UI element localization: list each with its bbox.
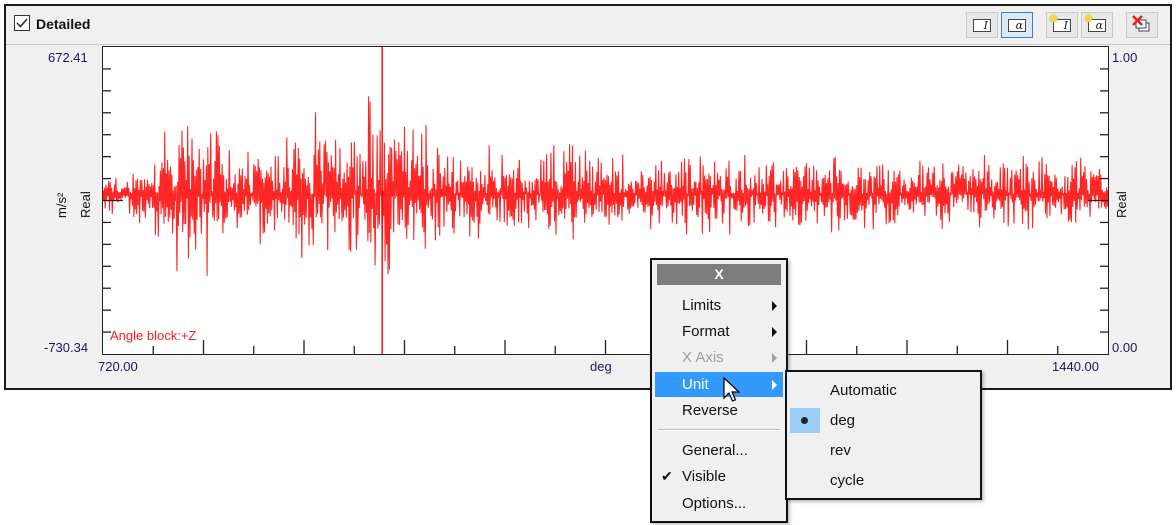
alpha-label-icon: α <box>1008 19 1026 32</box>
menu-item-label: General... <box>682 442 748 459</box>
y-axis-label-right: Real <box>1114 191 1129 218</box>
context-menu-header: X <box>657 264 781 285</box>
unit-option-automatic[interactable]: Automatic <box>790 378 977 403</box>
menu-item-label: Options... <box>682 495 747 512</box>
submenu-arrow-icon <box>772 301 777 311</box>
unit-option-rev[interactable]: rev <box>790 438 977 463</box>
x-max-label: 1440.00 <box>1052 359 1099 374</box>
panel-title: Detailed <box>36 16 91 32</box>
detailed-panel: Detailed I α I α 672.41 -730.34 1.00 0.0… <box>4 4 1172 390</box>
y-max-label: 672.41 <box>48 50 88 65</box>
menu-item-options[interactable]: Options... <box>655 491 783 516</box>
menu-item-label: Limits <box>682 297 722 314</box>
radio-dot-icon <box>801 417 808 424</box>
checkmark-icon: ✔ <box>661 468 673 484</box>
y2-max-label: 1.00 <box>1112 50 1138 65</box>
menu-item-label: deg <box>830 412 856 429</box>
menu-item-label: rev <box>830 442 851 459</box>
menu-item-visible[interactable]: ✔ Visible <box>655 464 783 489</box>
menu-item-general[interactable]: General... <box>655 438 783 463</box>
plot-area[interactable] <box>102 46 1109 355</box>
mouse-cursor-icon <box>723 377 741 402</box>
menu-item-label: Visible <box>682 468 726 485</box>
menu-item-unit[interactable]: Unit <box>655 372 783 397</box>
series-label: Angle block:+Z <box>110 328 197 343</box>
menu-item-label: cycle <box>830 472 865 489</box>
submenu-arrow-icon <box>772 380 777 390</box>
submenu-arrow-icon <box>772 327 777 337</box>
y2-min-label: 0.00 <box>1112 340 1138 355</box>
y-min-label: -730.34 <box>44 340 89 355</box>
submenu-arrow-icon <box>772 353 777 363</box>
delete-labels-icon <box>1132 15 1150 32</box>
delete-labels-button[interactable] <box>1126 12 1158 38</box>
menu-item-label: X Axis <box>682 349 724 366</box>
panel-titlebar: Detailed I α I α <box>6 6 1170 45</box>
menu-item-label: Unit <box>682 376 709 393</box>
sparkle-icon <box>1050 15 1057 22</box>
x-axis-label: deg <box>590 359 612 374</box>
text-label-icon: I <box>973 19 991 32</box>
menu-separator <box>658 429 780 431</box>
y-axis-label-left: Real <box>78 191 93 218</box>
menu-item-limits[interactable]: Limits <box>655 293 783 318</box>
new-text-label-button[interactable]: I <box>1046 12 1078 38</box>
unit-submenu: Automatic deg rev cycle <box>785 370 982 500</box>
chart-svg <box>102 47 1109 354</box>
x-min-label: 720.00 <box>98 359 138 374</box>
y-unit-label: m/s² <box>54 192 69 218</box>
alpha-label-button[interactable]: α <box>1001 12 1033 38</box>
series-line <box>102 96 1109 276</box>
menu-item-x-axis: X Axis <box>655 345 783 370</box>
unit-option-cycle[interactable]: cycle <box>790 468 977 493</box>
x-axis-context-menu: X Limits Format X Axis Unit Reverse Gene… <box>650 258 788 523</box>
checkmark-icon <box>16 18 28 28</box>
menu-item-format[interactable]: Format <box>655 319 783 344</box>
menu-item-label: Format <box>682 323 730 340</box>
text-label-button[interactable]: I <box>966 12 998 38</box>
new-alpha-label-button[interactable]: α <box>1081 12 1113 38</box>
unit-option-deg[interactable]: deg <box>790 408 977 433</box>
detailed-checkbox[interactable] <box>14 15 30 31</box>
menu-item-label: Automatic <box>830 382 897 399</box>
sparkle-icon <box>1085 15 1092 22</box>
menu-item-reverse[interactable]: Reverse <box>655 398 783 423</box>
